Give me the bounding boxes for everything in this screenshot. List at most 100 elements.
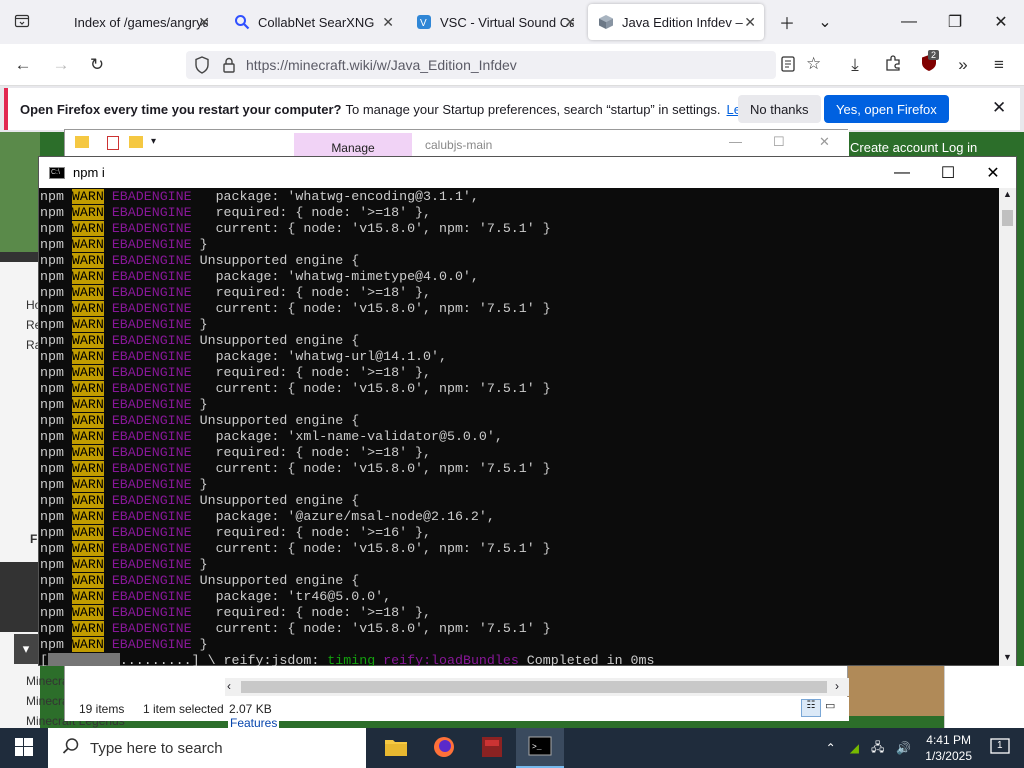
restore-button[interactable]: ❐ (932, 0, 978, 44)
reify-label: reify:loadBundles (383, 653, 519, 666)
terminal-window[interactable]: C:\ npm i — ☐ ✕ npm WARN EBADENGINE pack… (38, 156, 1017, 666)
lock-icon[interactable] (222, 56, 236, 77)
tab-searxng[interactable]: CollabNet SearXNG ✕ (224, 4, 402, 40)
ebadengine-label: EBADENGINE (111, 365, 192, 380)
website-bottom-panel: ▾ Minecra Minecra Minecraft Legends (0, 632, 125, 728)
large-icons-view-icon[interactable]: ▭ (825, 699, 843, 717)
ebadengine-label: EBADENGINE (111, 589, 192, 604)
forward-button[interactable]: → (48, 52, 74, 78)
taskbar-command-prompt[interactable]: >_ (516, 728, 564, 768)
no-thanks-button[interactable]: No thanks (738, 95, 821, 123)
website-link[interactable]: Minecra (26, 674, 69, 688)
ebadengine-label: EBADENGINE (111, 429, 192, 444)
line-text: Unsupported engine { (191, 573, 360, 588)
downloads-button[interactable]: ⤓ (842, 52, 868, 78)
scrollbar-thumb[interactable] (241, 681, 827, 693)
taskbar-file-explorer[interactable] (372, 728, 420, 768)
scrollbar-thumb[interactable] (1002, 210, 1013, 226)
close-notification-icon[interactable]: ✕ (992, 98, 1006, 118)
reload-button[interactable]: ↻ (84, 52, 110, 78)
terminal-line: npm WARN EBADENGINE current: { node: 'v1… (40, 221, 998, 237)
app-menu-button[interactable]: ≡ (986, 52, 1012, 78)
back-button[interactable]: ← (10, 52, 36, 78)
close-tab-icon[interactable]: ✕ (564, 14, 576, 31)
new-folder-icon[interactable] (129, 136, 143, 148)
tab-overview-button[interactable] (4, 4, 34, 40)
url-bar[interactable]: https://minecraft.wiki/w/Java_Edition_In… (186, 51, 821, 79)
terminal-close-button[interactable]: ✕ (970, 157, 1016, 188)
ublock-origin-button[interactable]: 2 (916, 50, 942, 78)
notification-center-icon[interactable]: 1 (990, 737, 1010, 759)
line-text: Unsupported engine { (191, 493, 360, 508)
yes-open-firefox-button[interactable]: Yes, open Firefox (824, 95, 949, 123)
customize-toolbar-icon[interactable]: ▾ (151, 136, 156, 147)
line-text: required: { node: '>=18' }, (191, 285, 432, 300)
scroll-down-icon[interactable]: ▼ (1003, 652, 1012, 662)
list-all-tabs-button[interactable]: ⌄ (802, 0, 848, 44)
timing-label: timing (327, 653, 376, 666)
explorer-close-icon[interactable]: ✕ (819, 134, 830, 150)
tracking-shield-icon[interactable] (194, 56, 210, 77)
account-links[interactable]: Create account Log in (850, 140, 977, 155)
nvidia-icon[interactable]: ◢ (850, 741, 859, 755)
terminal-output[interactable]: npm WARN EBADENGINE package: 'whatwg-enc… (40, 188, 998, 666)
double-chevron-icon: » (958, 55, 968, 74)
ebadengine-label: EBADENGINE (111, 237, 192, 252)
line-text: Unsupported engine { (191, 253, 360, 268)
line-text: required: { node: '>=18' }, (191, 365, 432, 380)
terminal-minimize-button[interactable]: — (879, 157, 925, 188)
network-icon[interactable]: 🖧 (871, 738, 884, 759)
reader-view-icon[interactable] (780, 55, 796, 76)
clock[interactable]: 4:41 PM 1/3/2025 (925, 732, 972, 764)
close-button[interactable]: ✕ (978, 0, 1024, 44)
taskbar-minecraft[interactable] (468, 728, 516, 768)
npm-prefix: npm (40, 221, 72, 236)
ebadengine-label: EBADENGINE (111, 333, 192, 348)
taskbar-firefox[interactable] (420, 728, 468, 768)
details-view-icon[interactable]: ☷ (801, 699, 821, 717)
terminal-line: npm WARN EBADENGINE required: { node: '>… (40, 445, 998, 461)
cmd-icon: C:\ (49, 166, 65, 179)
tab-index-games[interactable]: Index of /games/angryauth ✕ (40, 4, 218, 40)
horizontal-scrollbar[interactable]: ‹ › (225, 678, 849, 696)
more-tools-button[interactable]: » (950, 52, 976, 78)
terminal-line: npm WARN EBADENGINE current: { node: 'v1… (40, 461, 998, 477)
tab-java-edition[interactable]: Java Edition Infdev – Minecraft ✕ (588, 4, 764, 40)
bookmark-star-icon[interactable]: ☆ (806, 54, 821, 74)
collapse-icon[interactable]: ▾ (14, 634, 38, 664)
close-tab-icon[interactable]: ✕ (744, 14, 756, 31)
terminal-line: npm WARN EBADENGINE package: '@azure/msa… (40, 509, 998, 525)
warn-label: WARN (71, 317, 104, 332)
tab-title: VSC - Virtual Sound Card (440, 14, 574, 30)
properties-icon[interactable] (107, 136, 119, 150)
navigation-toolbar: ← → ↻ https://minecraft.wiki/w/Java_Edit… (0, 44, 1024, 86)
tab-vsc[interactable]: V VSC - Virtual Sound Card ✕ (406, 4, 584, 40)
explorer-minimize-icon[interactable]: — (729, 134, 742, 149)
volume-icon[interactable]: 🔊 (896, 741, 911, 755)
terminal-scrollbar[interactable]: ▲ ▼ (999, 188, 1016, 666)
npm-prefix: npm (40, 253, 72, 268)
svg-text:V: V (420, 18, 427, 29)
minimize-button[interactable]: — (886, 0, 932, 44)
show-hidden-icons-chevron-icon[interactable]: ⌃ (826, 741, 836, 755)
npm-prefix: npm (40, 237, 72, 252)
terminal-title-bar[interactable]: C:\ npm i — ☐ ✕ (39, 157, 1016, 188)
taskbar-search-box[interactable]: Type here to search (48, 728, 366, 768)
terminal-maximize-button[interactable]: ☐ (925, 157, 971, 188)
close-tab-icon[interactable]: ✕ (198, 14, 210, 31)
manage-tab[interactable]: Manage (294, 133, 412, 158)
scroll-up-icon[interactable]: ▲ (1003, 189, 1012, 199)
website-link[interactable]: Minecra (26, 694, 69, 708)
system-tray: ⌃ ◢ 🖧 🔊 4:41 PM 1/3/2025 1 (818, 728, 1024, 768)
explorer-status-bar: 19 items 1 item selected 2.07 KB ☷ ▭ (65, 697, 849, 721)
close-tab-icon[interactable]: ✕ (382, 14, 394, 31)
scroll-right-icon[interactable]: › (835, 679, 839, 693)
website-nav-link[interactable]: F (30, 532, 37, 546)
scroll-left-icon[interactable]: ‹ (227, 679, 231, 693)
warn-label: WARN (71, 413, 104, 428)
explorer-maximize-icon[interactable]: ☐ (773, 134, 785, 150)
extensions-button[interactable] (880, 52, 906, 78)
start-button[interactable] (0, 728, 48, 768)
warn-label: WARN (71, 621, 104, 636)
